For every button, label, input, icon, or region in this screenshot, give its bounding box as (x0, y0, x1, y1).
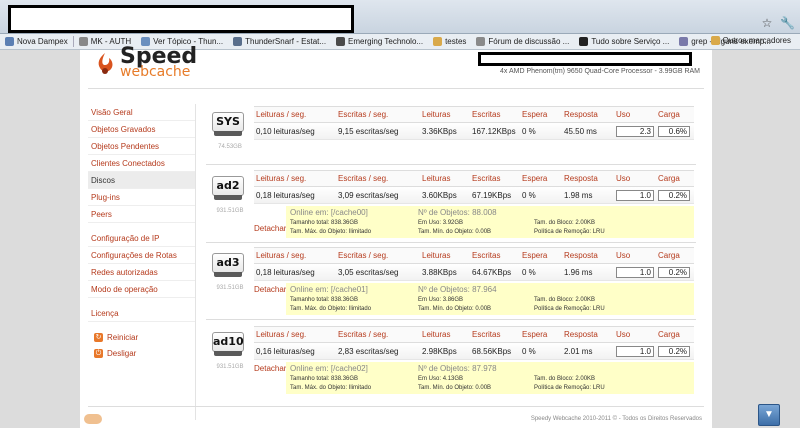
sidebar-item-clientes-conectados[interactable]: Clientes Conectados (88, 155, 195, 172)
carga-gauge: 0.6% (658, 125, 690, 137)
bookmark-item[interactable]: Nova Dampex (0, 37, 73, 46)
cache-info-panel: Online em: [/cache01] Nº de Objetos: 87.… (286, 283, 694, 315)
logo-mark-icon (98, 53, 113, 74)
browser-titlebar: ☆ 🔧 (0, 0, 800, 34)
disk-ad3: ad3 931.51GB Detachar Reindexar Leituras… (206, 247, 696, 315)
disk-size: 931.51GB (216, 208, 244, 214)
redacted-address-bar[interactable] (8, 5, 354, 33)
power-icon: ⏻ (94, 348, 103, 358)
bookmark-item[interactable]: Fórum de discussão ... (471, 37, 574, 46)
cpu-info: 4x AMD Phenom(tm) 9650 Quad-Core Process… (500, 68, 700, 75)
main-page: Speed webcache 4x AMD Phenom(tm) 9650 Qu… (80, 44, 712, 428)
uso-gauge: 1.0 (616, 189, 654, 201)
speedy-logo[interactable]: Speed webcache (90, 44, 230, 84)
table-row: 0,18 leituras/seg 3,09 escritas/seg 3.60KB… (254, 187, 694, 204)
doc-icon (78, 37, 88, 46)
table-row: 0,10 leituras/seg 9,15 escritas/seg 3.36KB… (254, 123, 694, 140)
hard-disk-icon: ad10 (212, 332, 244, 360)
scroll-top-button[interactable]: ▼ (758, 404, 780, 426)
uso-gauge: 1.0 (616, 345, 654, 357)
sidebar-item-licenca[interactable]: Licença (88, 305, 195, 322)
bookmark-item[interactable]: Emerging Technolo... (331, 37, 428, 46)
sidebar-item-objetos-pendentes[interactable]: Objetos Pendentes (88, 138, 195, 155)
disk-stats-table: Leituras / seg. Escritas / seg. Leituras Es… (254, 326, 694, 360)
sidebar-item-peers[interactable]: Peers (88, 206, 195, 223)
footer-logo (84, 414, 102, 424)
sidebar-item-redes-autorizadas[interactable]: Redes autorizadas (88, 264, 195, 281)
disk-size: 931.51GB (216, 285, 244, 291)
footer-copyright: Speedy Webcache 2010-2011 © - Todos os D… (530, 416, 702, 422)
shutdown-button[interactable]: ⏻ Desligar (88, 345, 195, 361)
doc-icon (233, 37, 243, 46)
cache-info-panel: Online em: [/cache00] Nº de Objetos: 88.… (286, 206, 694, 238)
carga-gauge: 0.2% (658, 189, 690, 201)
carga-gauge: 0.2% (658, 266, 690, 278)
doc-icon (336, 37, 346, 46)
disk-ad10: ad10 931.51GB Detachar Reindexar Leitura… (206, 326, 696, 394)
sidebar-item-config-rotas[interactable]: Configurações de Rotas (88, 247, 195, 264)
sidebar-item-config-ip[interactable]: Configuração de IP (88, 230, 195, 247)
sidebar-item-discos[interactable]: Discos (88, 172, 195, 189)
cache-info-panel: Online em: [/cache02] Nº de Objetos: 87.… (286, 362, 694, 394)
disk-stats-table: Leituras / seg. Escritas / seg. Leituras Es… (254, 247, 694, 281)
logo-text-webcache: webcache (120, 64, 191, 80)
sidebar-item-modo-operacao[interactable]: Modo de operação (88, 281, 195, 298)
sidebar-item-objetos-gravados[interactable]: Objetos Gravados (88, 121, 195, 138)
doc-icon (579, 37, 589, 46)
restart-icon: ↻ (94, 332, 103, 342)
doc-icon (476, 37, 486, 46)
disk-size: 931.51GB (216, 364, 244, 370)
restart-button[interactable]: ↻ Reiniciar (88, 329, 195, 345)
arrow-down-icon: ▼ (764, 409, 774, 420)
sidebar-item-visao-geral[interactable]: Visão Geral (88, 104, 195, 121)
table-row: 0,16 leituras/seg 2,83 escritas/seg 2.98KB… (254, 343, 694, 360)
doc-icon (679, 37, 689, 46)
carga-gauge: 0.2% (658, 345, 690, 357)
disk-stats-table: Leituras / seg. Escritas / seg. Leituras Es… (254, 106, 694, 140)
uso-gauge: 1.0 (616, 266, 654, 278)
doc-icon (5, 37, 14, 46)
hard-disk-icon: ad2 (212, 176, 244, 204)
other-bookmarks[interactable]: Outros marcadores (706, 36, 796, 45)
bookmark-star-icon[interactable]: ☆ (760, 16, 774, 30)
folder-icon (710, 36, 720, 45)
wrench-icon[interactable]: 🔧 (780, 16, 795, 30)
disk-stats-table: Leituras / seg. Escritas / seg. Leituras Es… (254, 170, 694, 204)
bookmark-item[interactable]: ThunderSnarf - Estat... (228, 37, 331, 46)
disk-sys: SYS 74.53GB Leituras / seg. Escritas / se… (206, 106, 696, 164)
disk-ad2: ad2 931.51GB Detachar Reindexar Leituras… (206, 170, 696, 238)
hard-disk-icon: SYS (212, 112, 244, 140)
disk-size: 74.53GB (218, 144, 242, 150)
uso-gauge: 2.3 (616, 125, 654, 137)
sidebar-item-plugins[interactable]: Plug-ins (88, 189, 195, 206)
bookmark-folder[interactable]: testes (428, 37, 471, 46)
folder-icon (433, 37, 443, 46)
redacted-hostname (478, 52, 692, 66)
table-row: 0,18 leituras/seg 3,05 escritas/seg 3.88KB… (254, 264, 694, 281)
hard-disk-icon: ad3 (212, 253, 244, 281)
bookmark-item[interactable]: Tudo sobre Serviço ... (574, 37, 674, 46)
sidebar: Visão Geral Objetos Gravados Objetos Pen… (88, 104, 196, 420)
